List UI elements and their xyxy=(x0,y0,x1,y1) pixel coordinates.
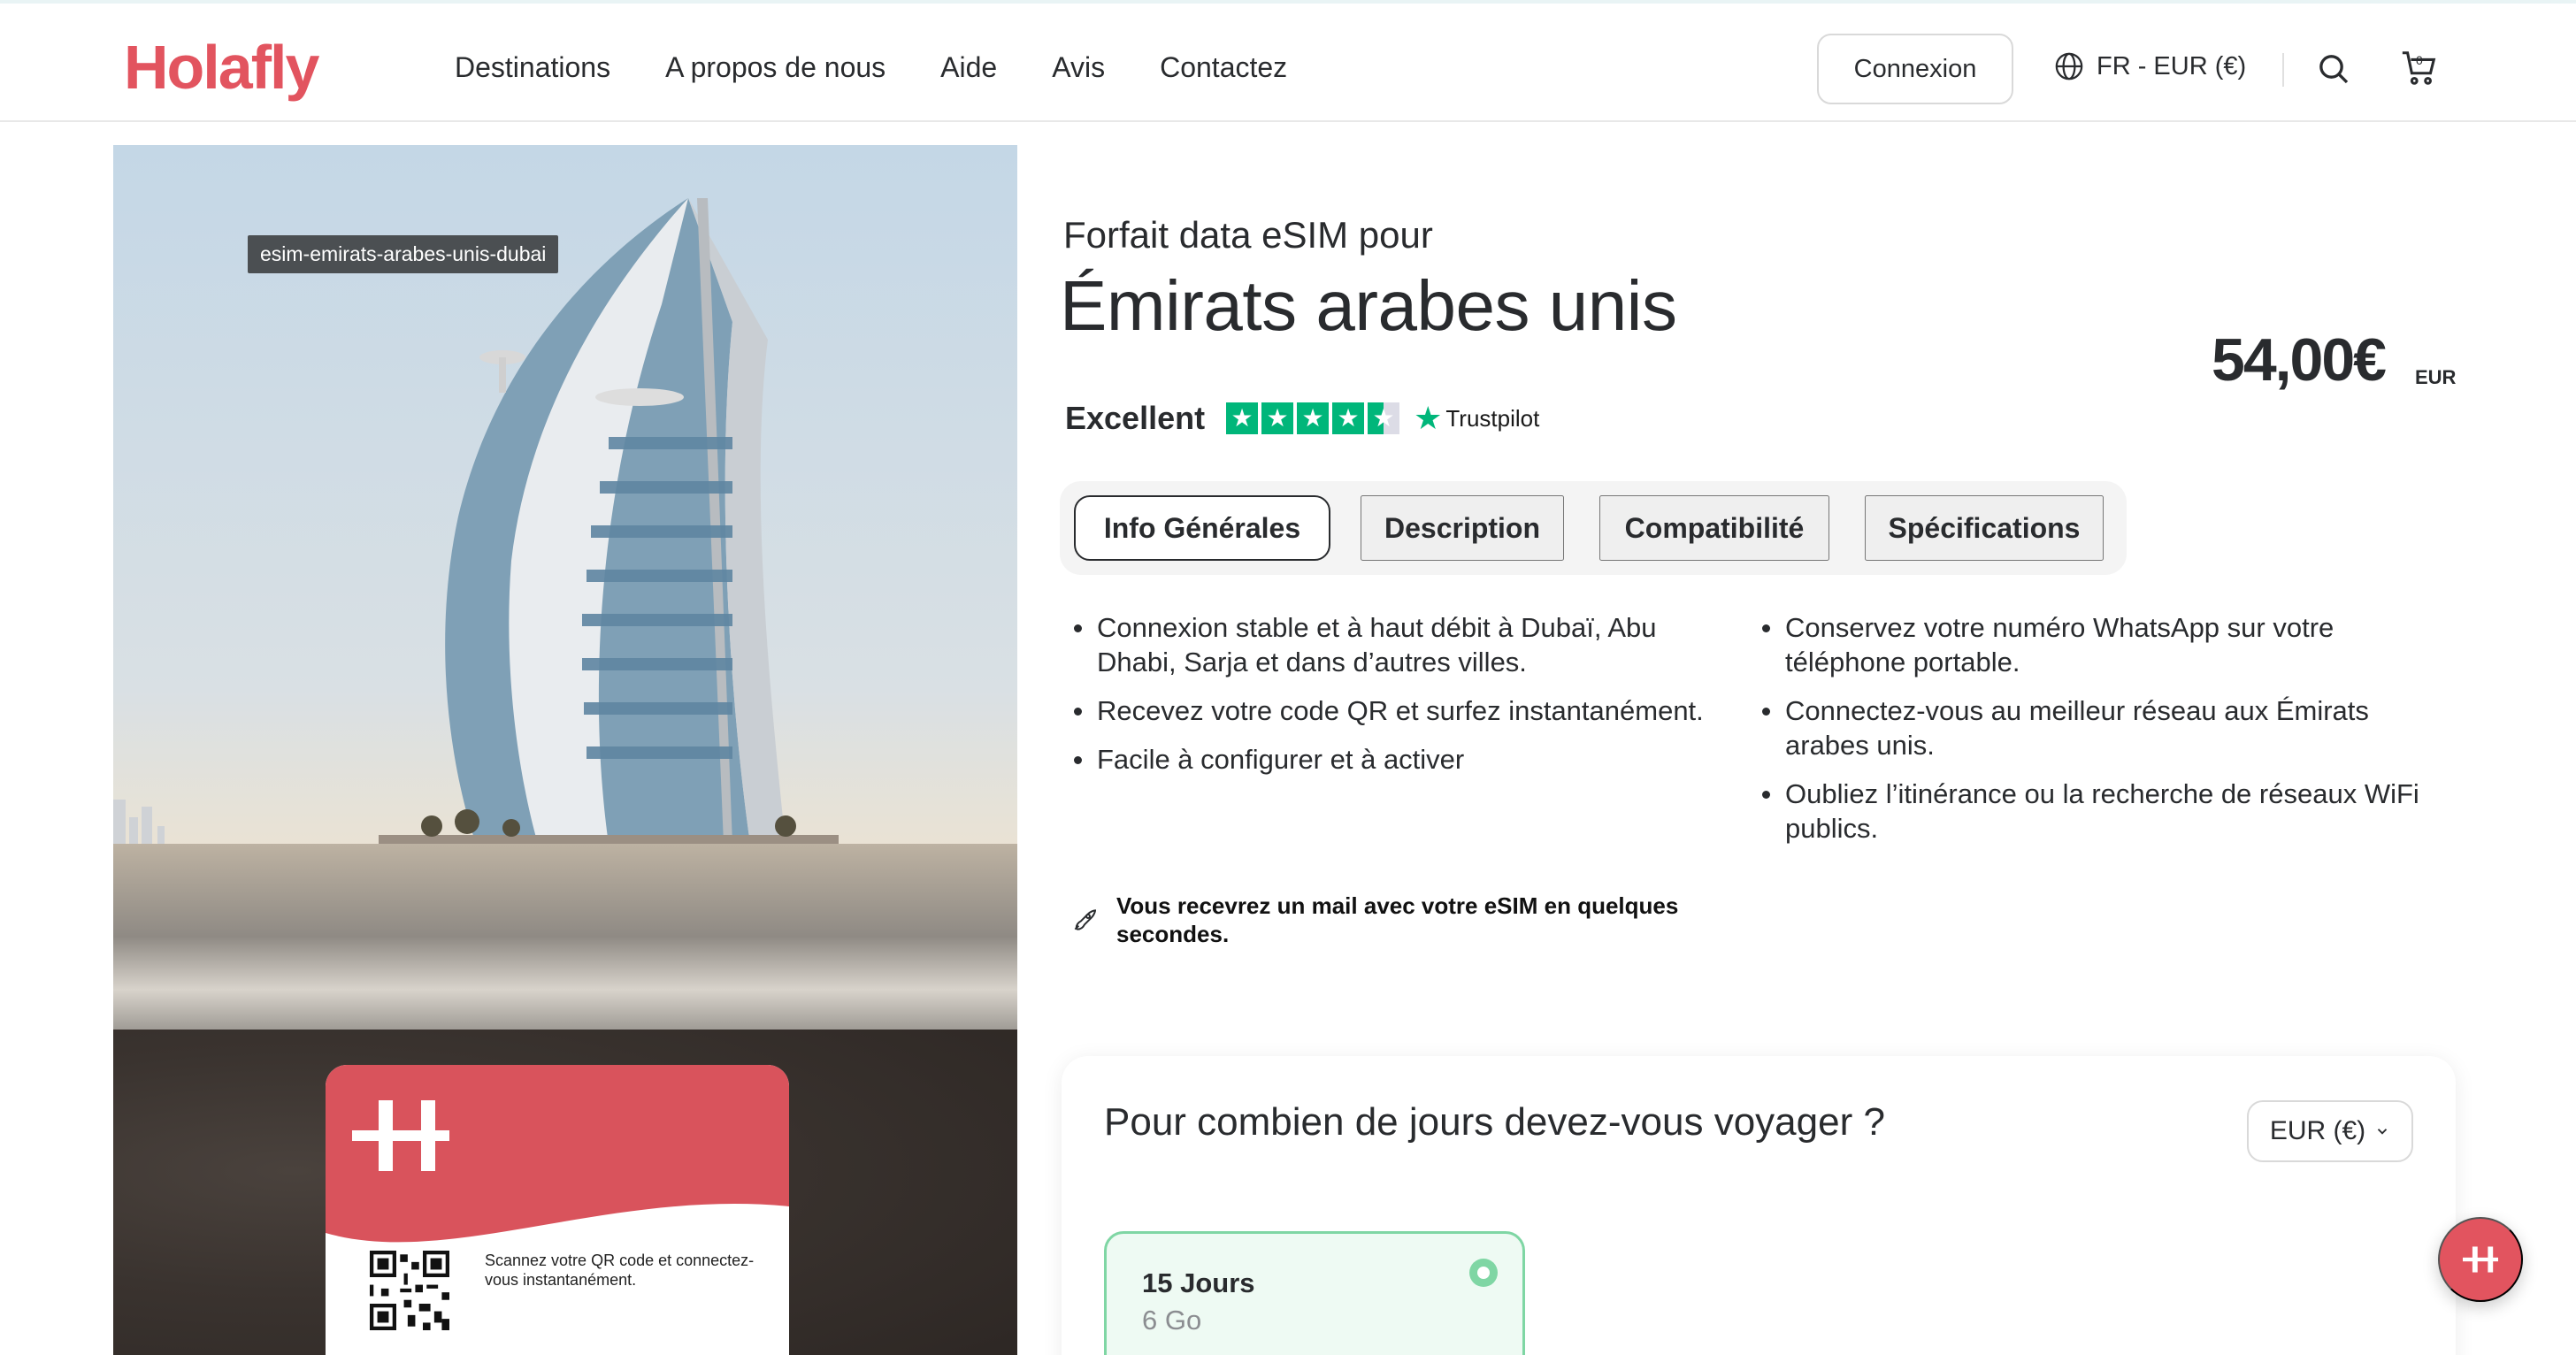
holafly-h-icon xyxy=(352,1100,449,1171)
nav-reviews[interactable]: Avis xyxy=(1052,48,1105,87)
esim-card: Scannez votre QR code et connectez-vous … xyxy=(326,1065,789,1355)
search-icon[interactable] xyxy=(2316,51,2351,87)
site-header: Holafly Destinations A propos de nous Ai… xyxy=(0,4,2576,122)
card-caption: Scannez votre QR code et connectez-vous … xyxy=(485,1252,755,1289)
nav-destinations[interactable]: Destinations xyxy=(455,48,610,87)
star-icon: ★ xyxy=(1226,402,1259,434)
radio-dot xyxy=(1477,1267,1490,1279)
chevron-down-icon xyxy=(2378,1129,2388,1135)
holafly-h-icon xyxy=(2463,1246,2498,1273)
holafly-logo[interactable]: Holafly xyxy=(124,32,319,103)
qr-code-icon xyxy=(370,1251,449,1330)
rocket-icon xyxy=(1074,909,1097,930)
info-item: Oubliez l’itinérance ou la recherche de … xyxy=(1762,777,2434,846)
delivery-notice-text: Vous recevrez un mail avec votre eSIM en… xyxy=(1116,892,1679,947)
logo-text: Holafly xyxy=(124,33,319,102)
login-button[interactable]: Connexion xyxy=(1817,34,2013,104)
currency-select[interactable]: EUR (€) xyxy=(2247,1100,2413,1162)
nav-about[interactable]: A propos de nous xyxy=(665,48,886,87)
tab-specifications[interactable]: Spécifications xyxy=(1865,495,2104,561)
half-star-icon: ★ xyxy=(1368,402,1400,434)
header-divider xyxy=(2282,53,2284,87)
trustpilot-logo: ★ Trustpilot xyxy=(1414,400,1539,437)
locale-selector[interactable]: FR - EUR (€) xyxy=(2054,51,2246,81)
plan-question: Pour combien de jours devez-vous voyager… xyxy=(1104,1100,1885,1144)
globe-icon xyxy=(2055,52,2083,80)
product-title: Émirats arabes unis xyxy=(1060,266,1677,345)
delivery-notice: Vous recevrez un mail avec votre eSIM en… xyxy=(1070,892,1753,948)
chat-button[interactable] xyxy=(2438,1217,2523,1302)
rating-stars: ★ ★ ★ ★ ★ xyxy=(1226,402,1400,434)
info-item: Recevez votre code QR et surfez instanta… xyxy=(1074,693,1743,728)
info-list-right: Conservez votre numéro WhatsApp sur votr… xyxy=(1762,610,2434,860)
image-alt-tag: esim-emirats-arabes-unis-dubai xyxy=(248,235,559,273)
cart-button[interactable]: 0 xyxy=(2399,48,2440,88)
nav-contact[interactable]: Contactez xyxy=(1160,48,1287,87)
info-list-left: Connexion stable et à haut débit à Dubaï… xyxy=(1074,610,1743,791)
star-icon: ★ xyxy=(1261,402,1294,434)
plan-selector: Pour combien de jours devez-vous voyager… xyxy=(1062,1056,2456,1355)
price-currency: EUR xyxy=(2415,366,2457,388)
locale-label: FR - EUR (€) xyxy=(2097,51,2247,80)
info-item: Facile à configurer et à activer xyxy=(1074,742,1743,777)
plan-option-15-days[interactable]: 15 Jours 6 Go xyxy=(1104,1231,1525,1355)
cart-count: 0 xyxy=(2416,53,2423,67)
tab-info-generales[interactable]: Info Générales xyxy=(1074,495,1330,561)
trustpilot-rating[interactable]: Excellent ★ ★ ★ ★ ★ ★ Trustpilot xyxy=(1065,400,1539,437)
product-tabs: Info Générales Description Compatibilité… xyxy=(1060,481,2127,575)
nav-help[interactable]: Aide xyxy=(940,48,997,87)
trustpilot-star-icon: ★ xyxy=(1414,400,1443,436)
product-price: 54,00€ xyxy=(2212,326,2387,394)
currency-select-value: EUR (€) xyxy=(2269,1116,2366,1145)
plan-option-days: 15 Jours xyxy=(1142,1267,1255,1298)
info-item: Connectez-vous au meilleur réseau aux Ém… xyxy=(1762,693,2434,762)
hero-image: esim-emirats-arabes-unis-dubai Scannez v… xyxy=(113,145,1017,1355)
main-nav: Destinations A propos de nous Aide Avis … xyxy=(455,48,1342,87)
plan-option-data: 6 Go xyxy=(1142,1305,1202,1336)
rating-word: Excellent xyxy=(1065,400,1206,436)
star-icon: ★ xyxy=(1297,402,1330,434)
tab-compatibilite[interactable]: Compatibilité xyxy=(1599,495,1829,561)
star-icon: ★ xyxy=(1332,402,1365,434)
info-item: Connexion stable et à haut débit à Dubaï… xyxy=(1074,610,1743,679)
tab-description[interactable]: Description xyxy=(1361,495,1564,561)
plan-option-radio[interactable] xyxy=(1469,1259,1498,1287)
info-item: Conservez votre numéro WhatsApp sur votr… xyxy=(1762,610,2434,679)
trustpilot-label: Trustpilot xyxy=(1445,404,1540,432)
product-subtitle: Forfait data eSIM pour xyxy=(1063,214,1433,256)
